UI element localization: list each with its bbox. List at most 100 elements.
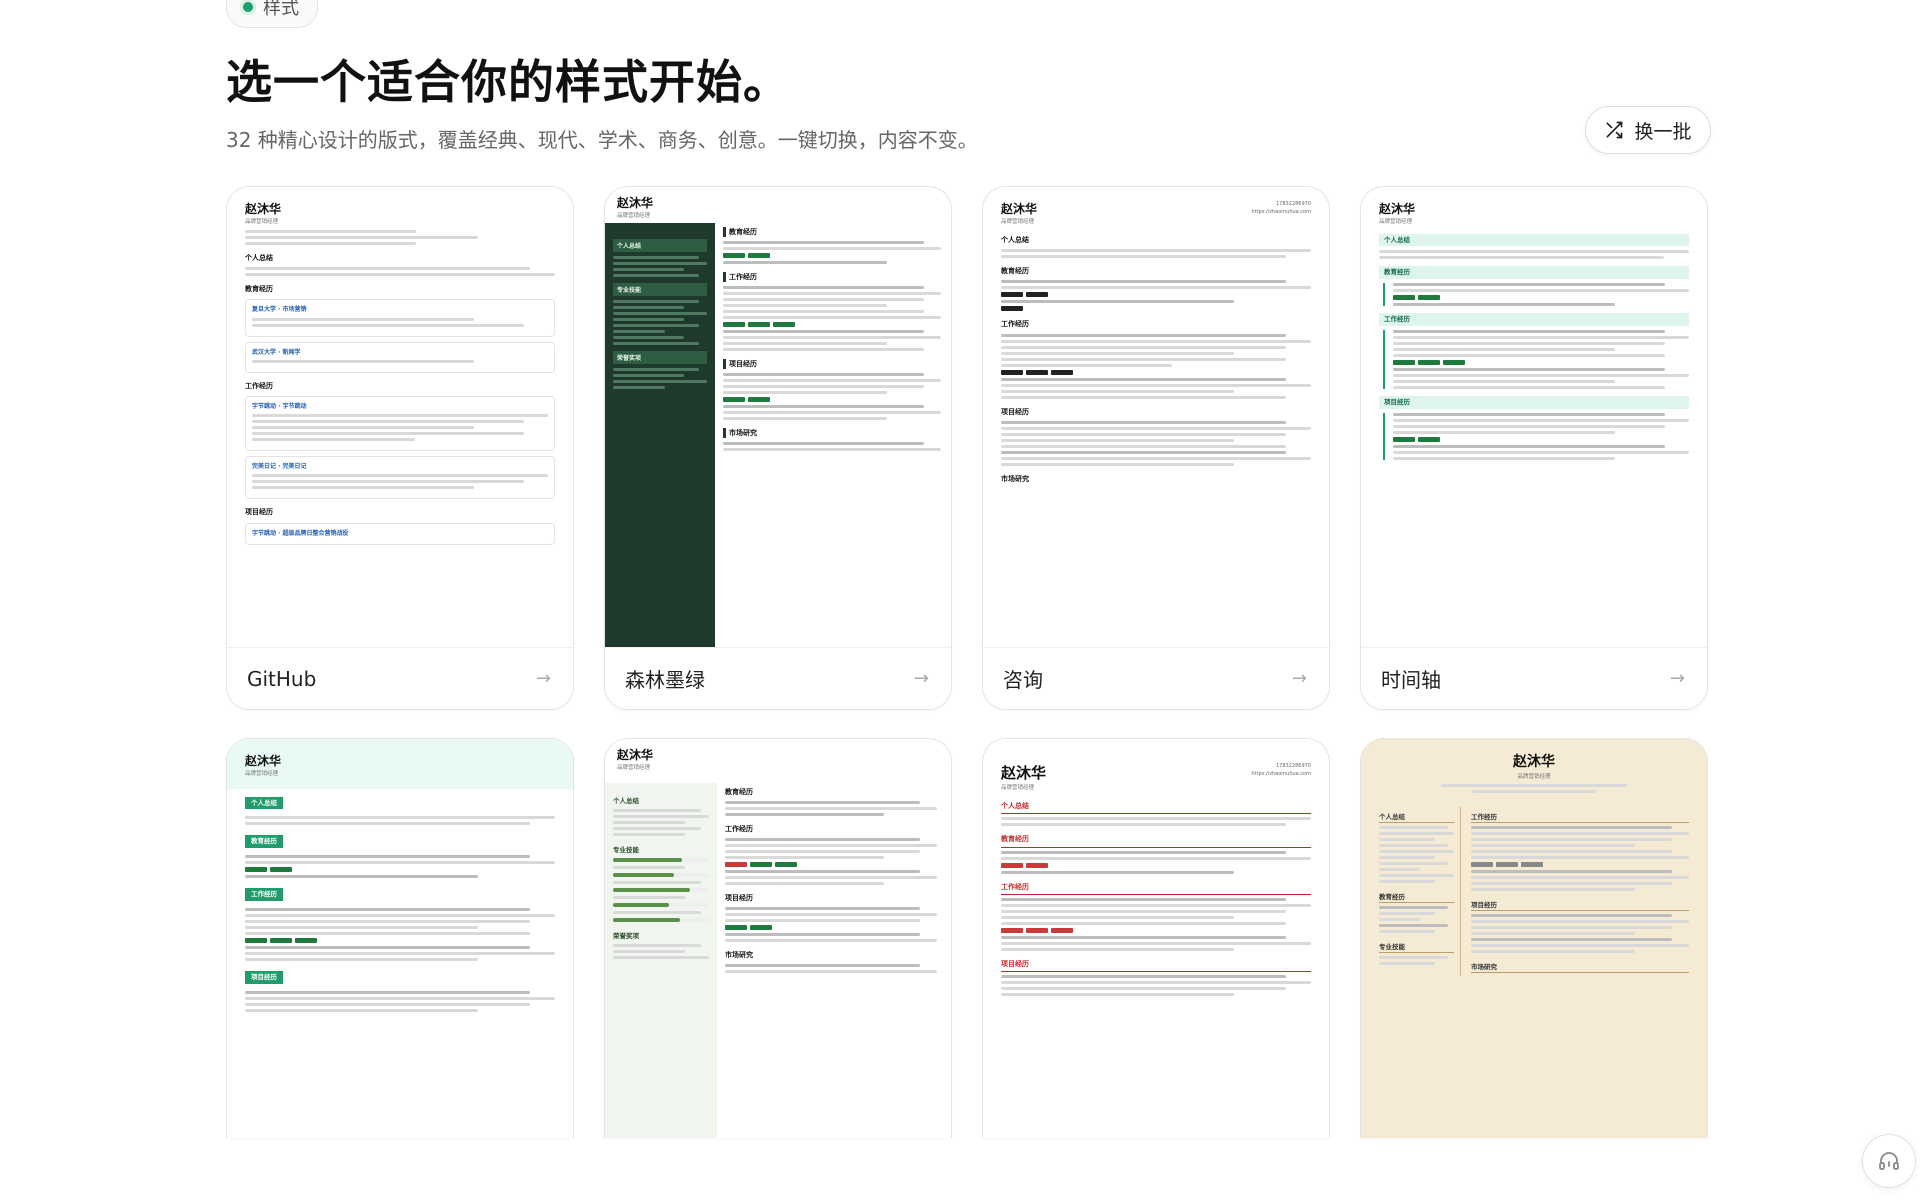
headset-icon [1879,1152,1899,1170]
resume-section-title: 项目经历 [245,970,283,984]
resume-section-title: 专业技能 [1379,943,1454,953]
resume-section-title: 教育经历 [1379,893,1454,903]
template-card-timeline[interactable]: 赵沐华 品牌营销经理 个人总结 教育经历 工作经历 项目经历 时间轴 → [1360,186,1708,710]
resume-section-title: 个人总结 [245,253,273,262]
template-card-sidebar-light[interactable]: 赵沐华 品牌营销经理 个人总结 专业技能 荣誉奖项 教育经历 工作经历 项目经历… [604,738,952,1138]
resume-section-title: 荣誉奖项 [613,932,639,940]
resume-section-title: 市场研究 [725,951,753,959]
shuffle-icon [1606,121,1623,139]
resume-name: 赵沐华 [617,748,654,762]
template-preview: 赵沐华 品牌营销经理 17832286970 https://zhaomuhua… [983,187,1329,649]
resume-section-title: 项目经历 [1001,960,1311,973]
resume-section-title: 个人总结 [613,797,639,805]
resume-role: 品牌营销经理 [245,771,279,778]
resume-section-title: 工作经历 [1379,313,1689,326]
arrow-right-icon: → [535,668,551,689]
resume-section-title: 市场研究 [1001,475,1029,484]
template-card-footer: 咨询 → [983,647,1329,709]
resume-section-title: 个人总结 [245,796,283,810]
resume-job-item: 完美日记 · 完美日记 [252,463,307,471]
resume-section-title: 教育经历 [1001,835,1311,848]
section-badge-label: 样式 [263,0,299,19]
resume-section-title: 项目经历 [1471,901,1689,911]
resume-section-title: 教育经历 [725,788,753,796]
template-preview: 赵沐华 品牌营销经理 17832286970 https://zhaomuhua… [983,739,1329,1138]
resume-section-title: 项目经历 [1379,395,1689,409]
resume-section-title: 工作经历 [723,272,941,282]
resume-role: 品牌营销经理 [1001,785,1035,792]
help-button[interactable] [1862,1134,1916,1188]
resume-phone: 17832286970 [1276,201,1311,207]
section-badge: 样式 [226,0,318,28]
resume-section-title: 项目经历 [723,359,941,369]
template-card-footer: GitHub → [227,647,573,709]
resume-section-title: 教育经历 [1001,267,1029,276]
resume-role: 品牌营销经理 [1001,219,1035,226]
template-card-cream-serif[interactable]: 赵沐华 品牌营销经理 个人总结 教育经历 专业技能 工作经历 项目经历 市场研究 [1360,738,1708,1138]
resume-site: https://zhaomuhua.com [1251,770,1311,777]
resume-section-title: 教育经历 [245,285,273,294]
template-name: 咨询 [1003,668,1043,692]
page-title: 选一个适合你的样式开始。 [226,55,790,109]
template-preview: 赵沐华 品牌营销经理 个人总结 专业技能 荣誉奖项 教育经历 工作经历 项目经历… [605,739,951,1138]
template-name: 时间轴 [1381,668,1441,692]
template-card-footer: 森林墨绿 → [605,647,951,709]
template-card-consulting[interactable]: 赵沐华 品牌营销经理 17832286970 https://zhaomuhua… [982,186,1330,710]
shuffle-button-label: 换一批 [1634,121,1692,143]
resume-role: 品牌营销经理 [617,213,651,220]
resume-section-title: 教育经历 [1379,266,1689,280]
template-preview: 赵沐华 品牌营销经理 个人总结 教育经历 工作经历 项目经历 [227,739,573,1138]
arrow-right-icon: → [1291,668,1307,689]
resume-section-title: 工作经历 [1471,813,1689,824]
resume-section-title: 专业技能 [613,283,707,296]
resume-section-title: 个人总结 [1001,802,1311,815]
resume-edu-item: 武汉大学 · 新闻学 [252,348,301,356]
resume-section-title: 市场研究 [1471,963,1689,973]
resume-edu-item: 复旦大学 · 市场营销 [252,306,307,314]
resume-section-title: 工作经历 [725,825,753,833]
template-card-forest-green[interactable]: 赵沐华 品牌营销经理 个人总结 专业技能 荣誉奖项 教育经历 工作经历 项目经历 [604,186,952,710]
template-card-footer: 时间轴 → [1361,647,1707,709]
resume-job-item: 字节跳动 · 字节跳动 [252,403,307,411]
template-card-github[interactable]: 赵沐华 品牌营销经理 个人总结 教育经历 复旦大学 · 市场营销 武汉大学 · … [226,186,574,710]
resume-section-title: 市场研究 [723,428,941,438]
resume-name: 赵沐华 [1379,202,1416,216]
resume-project-item: 字节跳动 · 超级品牌日整合营销战役 [252,529,349,537]
resume-contact: 17832286970 https://zhaomuhua.com [1251,763,1311,778]
template-grid: 赵沐华 品牌营销经理 个人总结 教育经历 复旦大学 · 市场营销 武汉大学 · … [226,186,1710,1138]
template-preview: 赵沐华 品牌营销经理 个人总结 专业技能 荣誉奖项 教育经历 工作经历 项目经历 [605,187,951,649]
resume-section-title: 工作经历 [245,381,273,390]
template-card-mint[interactable]: 赵沐华 品牌营销经理 个人总结 教育经历 工作经历 项目经历 [226,738,574,1138]
resume-phone: 17832286970 [1276,763,1311,769]
resume-section-title: 个人总结 [1001,235,1029,244]
template-name: GitHub [247,666,317,691]
status-dot-icon [243,2,253,12]
resume-role: 品牌营销经理 [1517,773,1551,780]
resume-role: 品牌营销经理 [1379,219,1413,226]
resume-section-title: 项目经历 [725,894,753,902]
resume-section-title: 专业技能 [613,846,639,854]
shuffle-button[interactable]: 换一批 [1585,106,1711,154]
resume-sidebar: 个人总结 专业技能 荣誉奖项 [605,783,717,1138]
resume-site: https://zhaomuhua.com [1251,208,1311,215]
page-subtitle: 32 种精心设计的版式，覆盖经典、现代、学术、商务、创意。一键切换，内容不变。 [226,128,978,152]
resume-section-title: 工作经历 [245,888,283,901]
resume-section-title: 工作经历 [1001,320,1029,329]
template-preview: 赵沐华 品牌营销经理 个人总结 教育经历 专业技能 工作经历 项目经历 市场研究 [1361,739,1707,1138]
resume-name: 赵沐华 [245,202,282,216]
template-preview: 赵沐华 品牌营销经理 个人总结 教育经历 工作经历 项目经历 [1361,187,1707,649]
template-preview: 赵沐华 品牌营销经理 个人总结 教育经历 复旦大学 · 市场营销 武汉大学 · … [227,187,573,649]
resume-name: 赵沐华 [617,196,654,210]
template-card-red-accent[interactable]: 赵沐华 品牌营销经理 17832286970 https://zhaomuhua… [982,738,1330,1138]
resume-section-title: 项目经历 [1001,407,1029,416]
resume-sidebar: 个人总结 专业技能 荣誉奖项 [605,223,715,649]
resume-section-title: 教育经历 [245,835,283,849]
resume-section-title: 项目经历 [245,508,273,517]
resume-section-title: 荣誉奖项 [613,351,707,364]
arrow-right-icon: → [913,668,929,689]
resume-name: 赵沐华 [245,754,282,768]
template-name: 森林墨绿 [625,668,705,692]
resume-name: 赵沐华 [1513,754,1555,770]
resume-section-title: 个人总结 [1379,813,1454,824]
resume-role: 品牌营销经理 [617,765,651,772]
